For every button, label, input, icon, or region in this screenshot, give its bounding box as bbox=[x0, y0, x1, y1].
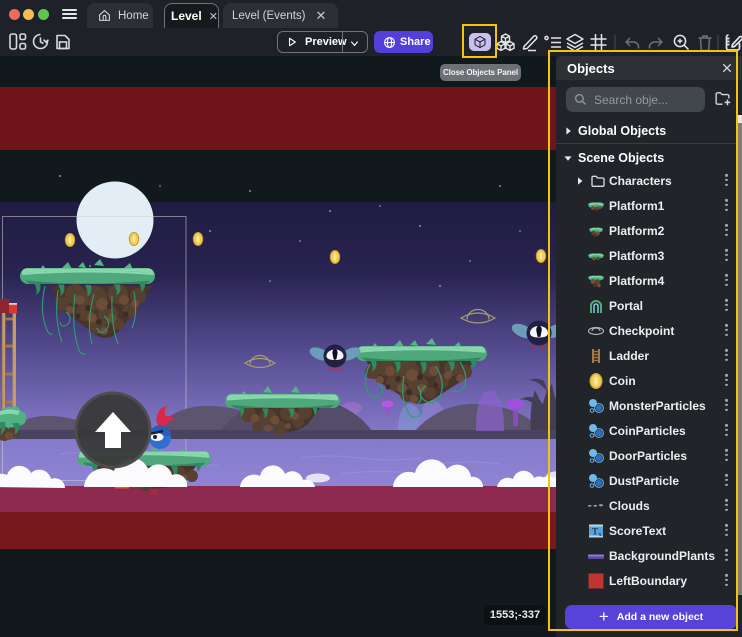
svg-text:T: T bbox=[592, 527, 598, 537]
svg-text:x: x bbox=[599, 532, 602, 538]
